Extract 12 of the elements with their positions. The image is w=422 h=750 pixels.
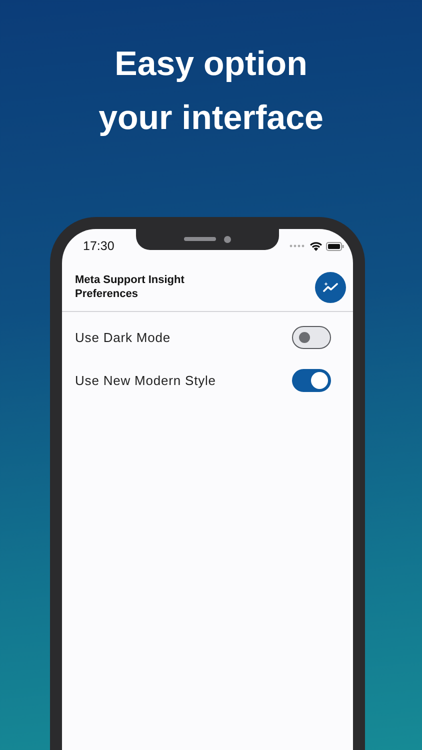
setting-label: Use New Modern Style bbox=[75, 373, 216, 388]
insights-button[interactable] bbox=[315, 272, 346, 302]
chart-sparkle-icon bbox=[322, 281, 338, 293]
status-time: 17:30 bbox=[83, 239, 114, 253]
battery-icon bbox=[326, 242, 344, 250]
toggle-switch[interactable] bbox=[292, 369, 331, 392]
screen-title: Meta Support Insight Preferences bbox=[75, 273, 186, 301]
headline: Easy option your interface bbox=[98, 44, 324, 139]
wifi-icon bbox=[310, 242, 322, 250]
setting-label: Use Dark Mode bbox=[75, 330, 171, 345]
signal-icon bbox=[289, 244, 306, 248]
toggle-switch[interactable] bbox=[292, 326, 331, 349]
